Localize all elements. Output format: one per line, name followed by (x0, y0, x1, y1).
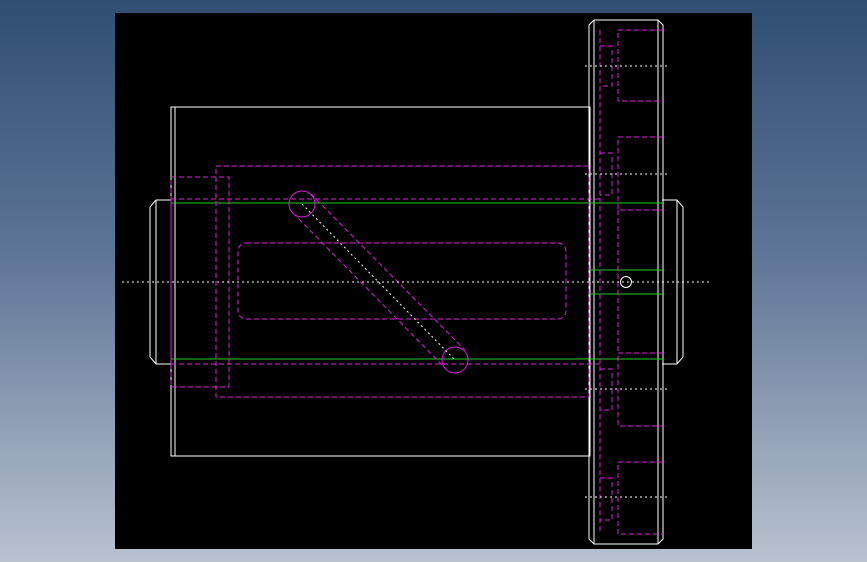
cad-viewport[interactable] (0, 0, 867, 562)
drawing-canvas (115, 13, 752, 549)
cad-drawing (115, 13, 752, 549)
